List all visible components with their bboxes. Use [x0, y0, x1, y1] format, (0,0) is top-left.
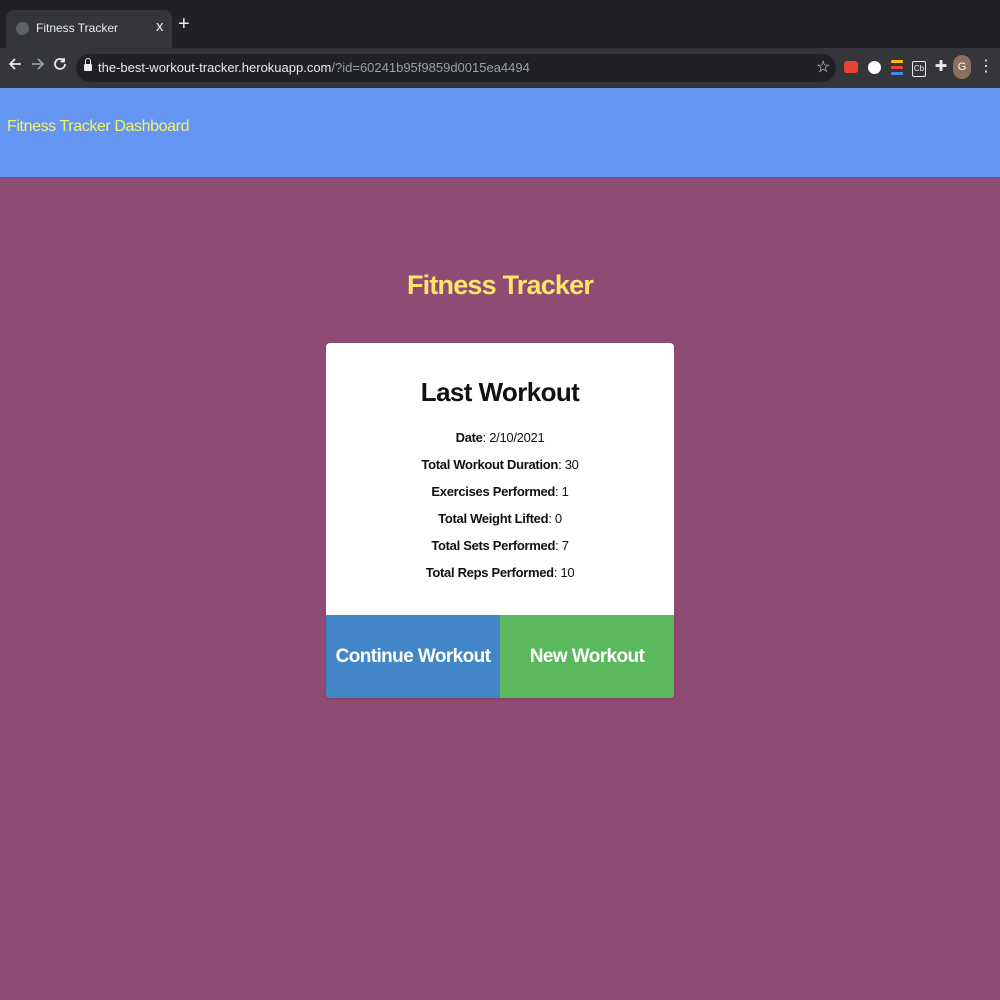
stat-label: Total Weight Lifted — [438, 511, 549, 526]
page-title: Fitness Tracker — [406, 270, 594, 300]
url-path: /?id=60241b95f9859d0015ea4494 — [331, 60, 530, 75]
extension-bars-icon[interactable] — [888, 57, 906, 77]
stat-value: 1 — [561, 484, 569, 499]
kebab-menu-icon[interactable]: ⋮ — [978, 57, 994, 77]
forward-button[interactable] — [28, 56, 48, 78]
navbar-brand-link[interactable]: Fitness Tracker Dashboard — [7, 118, 189, 136]
url-text[interactable]: the-best-workout-tracker.herokuapp.com/?… — [98, 60, 530, 75]
lock-icon[interactable] — [84, 58, 92, 72]
workout-stats: Date: 2/10/2021 Total Workout Duration: … — [326, 429, 674, 591]
stat-reps-performed: Total Reps Performed: 10 — [425, 565, 575, 580]
stat-exercises-performed: Exercises Performed: 1 — [431, 484, 569, 499]
new-tab-button[interactable]: + — [178, 14, 190, 34]
last-workout-card: Last Workout Date: 2/10/2021 Total Worko… — [326, 343, 674, 698]
stat-weight-lifted: Total Weight Lifted: 0 — [438, 511, 562, 526]
stat-label: Total Reps Performed — [425, 565, 554, 580]
puzzle-icon[interactable]: ✚ — [932, 57, 950, 77]
stat-label: Total Workout Duration — [421, 457, 559, 472]
stat-value: 10 — [560, 565, 575, 580]
browser-tab[interactable]: Fitness Tracker x — [6, 10, 172, 48]
extension-red-icon[interactable] — [842, 57, 860, 77]
profile-avatar[interactable]: G — [953, 55, 971, 79]
bookmark-star-icon[interactable]: ☆ — [816, 58, 830, 78]
browser-toolbar: the-best-workout-tracker.herokuapp.com/?… — [0, 48, 1000, 88]
navbar: Fitness Tracker Dashboard — [0, 88, 1000, 177]
stat-label: Date — [455, 430, 483, 445]
stat-sets-performed: Total Sets Performed: 7 — [431, 538, 569, 553]
stat-value: 7 — [561, 538, 569, 553]
reload-button[interactable] — [50, 56, 70, 78]
stat-total-duration: Total Workout Duration: 30 — [421, 457, 579, 472]
arrow-right-icon — [32, 58, 45, 70]
stat-label: Total Sets Performed — [431, 538, 556, 553]
extension-cb-icon[interactable]: Cb — [910, 57, 928, 77]
tab-close-button[interactable]: x — [156, 18, 164, 36]
tab-title: Fitness Tracker — [36, 21, 119, 35]
arrow-left-icon — [8, 58, 21, 70]
address-bar[interactable]: the-best-workout-tracker.herokuapp.com/?… — [76, 54, 836, 82]
stat-value: 2/10/2021 — [489, 430, 545, 445]
stat-label: Exercises Performed — [431, 484, 556, 499]
new-workout-button[interactable]: New Workout — [500, 615, 674, 698]
url-host: the-best-workout-tracker.herokuapp.com — [98, 60, 332, 75]
back-button[interactable] — [5, 56, 25, 78]
reload-icon — [54, 58, 66, 70]
browser-tab-strip: Fitness Tracker x + — [0, 0, 1000, 48]
stat-value: 30 — [564, 457, 579, 472]
globe-icon — [16, 22, 29, 35]
stat-date: Date: 2/10/2021 — [455, 430, 545, 445]
card-title: Last Workout — [420, 377, 580, 407]
continue-workout-button[interactable]: Continue Workout — [326, 615, 500, 698]
extension-circle-icon[interactable] — [865, 57, 883, 77]
stat-value: 0 — [554, 511, 562, 526]
